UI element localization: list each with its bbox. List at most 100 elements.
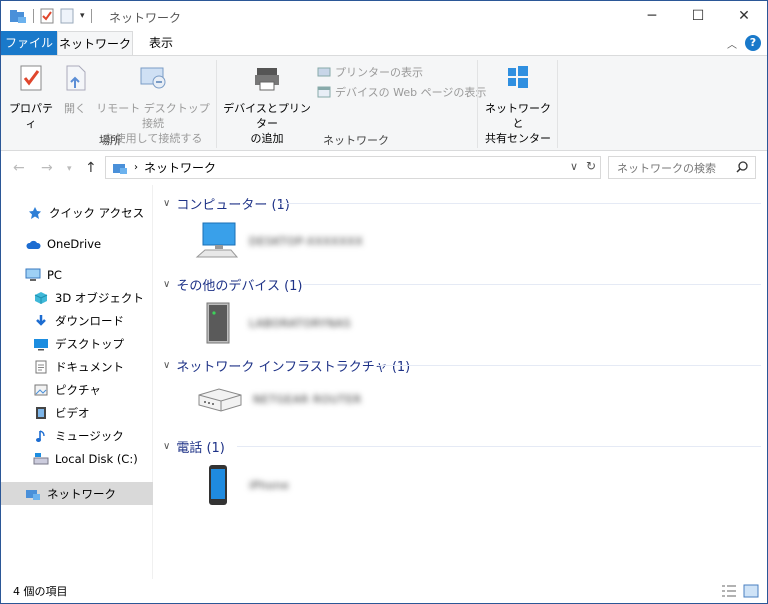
- sidebar-item-pictures[interactable]: ピクチャ: [1, 378, 153, 401]
- network-center-label-2: 共有センター: [485, 132, 551, 145]
- sidebar-item-downloads[interactable]: ダウンロード: [1, 309, 153, 332]
- device-name: NETGEAR ROUTER: [253, 392, 362, 406]
- pc-icon: [25, 267, 41, 283]
- add-devices-button[interactable]: デバイスとプリンター の追加: [221, 62, 313, 146]
- maximize-button[interactable]: ☐: [675, 1, 721, 31]
- video-icon: [33, 405, 49, 421]
- properties-button[interactable]: プロパティ: [7, 62, 55, 131]
- file-list: ∨ コンピューター (1) DESKTOP-XXXXXXX ∨ その他のデバイス…: [155, 185, 767, 579]
- network-folder-icon: [113, 163, 127, 174]
- ribbon-group-separator: [477, 60, 478, 148]
- sidebar-item-local-disk[interactable]: Local Disk (C:): [1, 447, 153, 470]
- ribbon-group-separator: [216, 60, 217, 148]
- search-input[interactable]: ネットワークの検索: [608, 156, 756, 179]
- customize-qa-dropdown[interactable]: ▾: [80, 11, 85, 21]
- show-printers-label: プリンターの表示: [335, 66, 423, 79]
- group-header-phones[interactable]: ∨ 電話 (1): [163, 436, 225, 456]
- device-item[interactable]: DESKTOP-XXXXXXX: [195, 219, 363, 263]
- sidebar-item-quick-access[interactable]: クイック アクセス: [1, 201, 153, 224]
- network-icon: [25, 486, 41, 502]
- group-divider: [237, 446, 761, 447]
- item-count: 4 個の項目: [13, 585, 68, 598]
- sidebar-item-label: デスクトップ: [55, 336, 124, 351]
- network-folder-icon: [10, 10, 26, 23]
- sidebar-item-videos[interactable]: ビデオ: [1, 401, 153, 424]
- search-placeholder: ネットワークの検索: [617, 161, 716, 175]
- sidebar-item-onedrive[interactable]: OneDrive: [1, 232, 153, 255]
- chevron-down-icon[interactable]: ∨: [163, 441, 170, 452]
- remote-desktop-icon: [140, 67, 166, 89]
- chevron-down-icon[interactable]: ∨: [163, 279, 170, 290]
- help-icon[interactable]: ?: [745, 35, 761, 51]
- address-bar[interactable]: › ネットワーク ∨ ↻: [105, 156, 601, 179]
- tab-network[interactable]: ネットワーク: [57, 31, 133, 55]
- address-dropdown[interactable]: ∨: [570, 160, 578, 173]
- breadcrumb[interactable]: ネットワーク: [144, 159, 216, 176]
- download-icon: [33, 313, 49, 329]
- group-title: コンピューター (1): [176, 197, 290, 213]
- open-button[interactable]: 開く: [59, 62, 91, 116]
- device-item[interactable]: NETGEAR ROUTER: [195, 379, 362, 419]
- cube-icon: [33, 290, 49, 306]
- explorer-window: ▾ ネットワーク ─ ☐ ✕ ファイル ネットワーク 表示 ︿ ? プロパティ …: [0, 0, 768, 604]
- up-button[interactable]: ↑: [85, 160, 97, 176]
- network-center-label-1: ネットワークと: [485, 102, 551, 130]
- group-label-location: 場所: [99, 134, 121, 147]
- recent-locations-dropdown[interactable]: ▾: [67, 164, 72, 174]
- desktop-icon: [33, 336, 49, 352]
- device-name: DESKTOP-XXXXXXX: [249, 234, 364, 248]
- search-icon[interactable]: [735, 160, 749, 174]
- sidebar-item-label: ビデオ: [55, 405, 90, 420]
- device-name: iPhone: [249, 478, 290, 492]
- window-title: ネットワーク: [109, 11, 182, 25]
- device-item[interactable]: LABORATORYNAS: [195, 299, 351, 347]
- group-divider: [303, 284, 761, 285]
- phone-icon: [209, 465, 227, 505]
- sidebar-item-network[interactable]: ネットワーク: [1, 482, 153, 505]
- cloud-icon: [25, 236, 41, 252]
- navigation-bar: ← → ▾ ↑ › ネットワーク ∨ ↻ ネットワークの検索: [1, 151, 767, 185]
- new-folder-icon[interactable]: [60, 8, 74, 24]
- chevron-down-icon[interactable]: ∨: [163, 360, 170, 371]
- network-center-button[interactable]: ネットワークと 共有センター: [483, 62, 553, 146]
- forward-button[interactable]: →: [41, 160, 53, 176]
- sidebar-item-3d-objects[interactable]: 3D オブジェクト: [1, 286, 153, 309]
- picture-icon: [33, 382, 49, 398]
- close-button[interactable]: ✕: [721, 1, 767, 31]
- sidebar-item-label: OneDrive: [47, 236, 102, 251]
- star-icon: [27, 205, 43, 221]
- show-web-page-button[interactable]: デバイスの Web ページの表示: [317, 84, 486, 100]
- back-button[interactable]: ←: [13, 160, 25, 176]
- tab-file[interactable]: ファイル: [1, 31, 57, 55]
- music-icon: [33, 428, 49, 444]
- minimize-button[interactable]: ─: [629, 1, 675, 31]
- sidebar-item-label: PC: [47, 267, 62, 282]
- refresh-icon[interactable]: ↻: [586, 159, 596, 173]
- sidebar-item-label: ダウンロード: [55, 313, 124, 328]
- sidebar-item-label: 3D オブジェクト: [55, 290, 144, 305]
- network-center-icon: [508, 66, 528, 88]
- sidebar-item-label: ミュージック: [55, 428, 124, 443]
- computer-icon: [195, 222, 239, 258]
- device-item[interactable]: iPhone: [195, 461, 289, 509]
- group-header-network-infrastructure[interactable]: ∨ ネットワーク インフラストラクチャ (1): [163, 355, 410, 375]
- breadcrumb-chevron[interactable]: ›: [134, 162, 138, 173]
- details-view-icon[interactable]: [721, 584, 737, 598]
- web-page-small-icon: [317, 86, 331, 98]
- show-printers-button[interactable]: プリンターの表示: [317, 64, 423, 80]
- tab-view[interactable]: 表示: [139, 31, 183, 55]
- sidebar-item-documents[interactable]: ドキュメント: [1, 355, 153, 378]
- chevron-down-icon[interactable]: ∨: [163, 198, 170, 209]
- sidebar-item-music[interactable]: ミュージック: [1, 424, 153, 447]
- sidebar-item-label: ドキュメント: [55, 359, 124, 374]
- add-devices-label-1: デバイスとプリンター: [223, 102, 311, 130]
- group-header-other-devices[interactable]: ∨ その他のデバイス (1): [163, 274, 303, 294]
- large-icons-view-icon[interactable]: [743, 584, 759, 598]
- add-devices-label-2: の追加: [250, 132, 284, 145]
- sidebar-item-pc[interactable]: PC: [1, 263, 153, 286]
- sidebar-item-desktop[interactable]: デスクトップ: [1, 332, 153, 355]
- group-title: 電話 (1): [176, 440, 225, 456]
- collapse-ribbon-icon[interactable]: ︿: [727, 36, 737, 51]
- properties-check-icon[interactable]: [40, 8, 54, 24]
- group-header-computers[interactable]: ∨ コンピューター (1): [163, 193, 290, 213]
